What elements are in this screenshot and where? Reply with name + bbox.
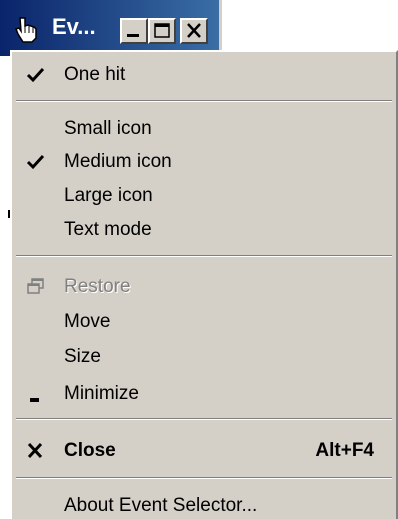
menu-item-label: Restore	[64, 276, 131, 297]
menu-item-move[interactable]: Move	[12, 305, 396, 339]
menu-item-label: Large icon	[64, 185, 153, 206]
close-glyph-icon	[187, 23, 201, 38]
menu-separator	[16, 255, 392, 257]
window-title: Ev...	[52, 14, 96, 39]
restore-icon	[24, 276, 48, 298]
window-titlebar[interactable]: Ev...	[0, 0, 222, 56]
close-button[interactable]	[180, 18, 208, 44]
menu-item-minimize[interactable]: Minimize	[12, 377, 396, 411]
hand-pointer-icon[interactable]	[12, 14, 42, 44]
menu-item-label: Close	[64, 440, 116, 461]
menu-item-label: Size	[64, 346, 101, 367]
minimize-button[interactable]	[120, 18, 148, 44]
menu-item-large-icon[interactable]: Large icon	[12, 179, 396, 213]
minimize-glyph-icon	[127, 34, 139, 37]
shortcut-label: Alt+F4	[315, 440, 374, 461]
menu-item-size[interactable]: Size	[12, 340, 396, 374]
menu-item-about[interactable]: About Event Selector...	[12, 489, 396, 519]
menu-item-label: Move	[64, 311, 111, 332]
menu-item-restore[interactable]: Restore	[12, 270, 396, 304]
menu-separator	[16, 477, 392, 479]
menu-separator	[16, 100, 392, 102]
menu-separator	[16, 418, 392, 420]
screen: Ev... One hit Small icon Medium icon Lar…	[0, 0, 398, 519]
menu-item-label: Small icon	[64, 118, 152, 139]
menu-item-text-mode[interactable]: Text mode	[12, 213, 396, 247]
menu-item-medium-icon[interactable]: Medium icon	[12, 145, 396, 179]
checkmark-icon	[24, 64, 48, 86]
checkmark-icon	[24, 151, 48, 173]
close-icon	[24, 440, 48, 462]
system-menu: One hit Small icon Medium icon Large ico…	[10, 50, 398, 519]
minimize-icon	[24, 383, 48, 405]
menu-item-one-hit[interactable]: One hit	[12, 58, 396, 92]
maximize-glyph-icon	[154, 23, 170, 38]
menu-item-small-icon[interactable]: Small icon	[12, 112, 396, 146]
maximize-button[interactable]	[148, 18, 176, 44]
menu-item-label: About Event Selector...	[64, 495, 258, 516]
menu-item-label: Text mode	[64, 219, 152, 240]
menu-item-label: Medium icon	[64, 151, 172, 172]
menu-item-label: Minimize	[64, 383, 139, 404]
menu-item-close[interactable]: Close Alt+F4	[12, 434, 396, 468]
menu-item-label: One hit	[64, 64, 126, 85]
